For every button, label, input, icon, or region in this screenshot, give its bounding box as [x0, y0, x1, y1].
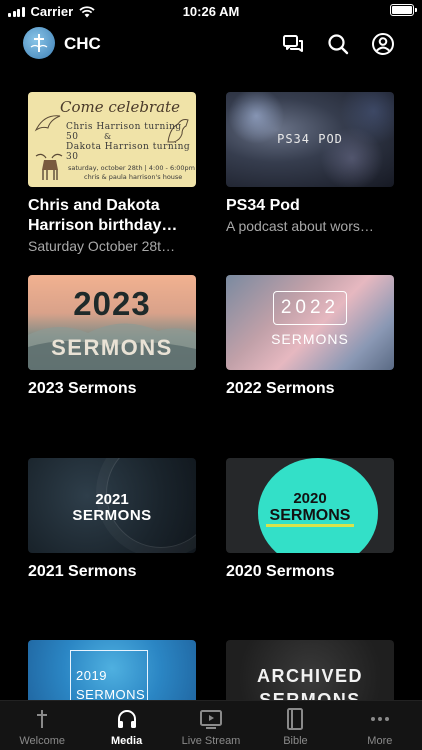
card-title: 2020 Sermons	[226, 563, 335, 580]
tab-more[interactable]: More	[338, 701, 422, 750]
media-card-2023-sermons[interactable]: 2023 SERMONS 2023 Sermons	[28, 275, 196, 399]
media-thumbnail: 2019 SERMONS	[28, 640, 196, 700]
media-thumbnail: 2021 SERMONS	[28, 458, 196, 553]
card-title: 2021 Sermons	[28, 563, 137, 580]
thumb-year: 2023	[73, 285, 151, 322]
thumb-year: 2021	[95, 491, 129, 508]
thumb-label: SERMONS	[72, 507, 152, 524]
media-thumbnail: ARCHIVED SERMONS	[226, 640, 394, 700]
media-thumbnail: PS34 POD	[226, 92, 394, 187]
tab-bar: Welcome Media Live Stream Bible More	[0, 700, 422, 750]
thumb-underline	[266, 524, 354, 527]
card-title: PS34 Pod	[226, 197, 300, 214]
thumb-label: SERMONS	[76, 687, 146, 700]
thumb-line-2: SERMONS	[259, 690, 361, 700]
tab-label: Welcome	[19, 735, 66, 747]
thumb-line-6: chris & paula harrison's house	[84, 173, 183, 181]
chat-icon[interactable]	[281, 32, 305, 56]
thumb-line-5: saturday, october 28th | 4:00 - 6:00pm	[68, 164, 196, 172]
church-logo[interactable]	[23, 27, 55, 59]
thumb-line-3: &	[104, 132, 112, 141]
thumb-line-1: Come celebrate	[60, 98, 180, 116]
media-thumbnail: 2020 SERMONS	[226, 458, 394, 553]
thumb-text: PS34 POD	[277, 132, 343, 146]
longhorn-icon	[35, 153, 63, 180]
thumb-label: SERMONS	[269, 507, 351, 524]
tab-bible[interactable]: Bible	[253, 701, 337, 750]
tab-media[interactable]: Media	[84, 701, 168, 750]
search-icon[interactable]	[326, 32, 350, 56]
thumb-line-4: Dakota Harrison turning 30	[66, 142, 191, 162]
battery-fill	[392, 6, 412, 14]
thumb-year: 2019	[76, 668, 107, 683]
media-card-2021-sermons[interactable]: 2021 SERMONS 2021 Sermons	[28, 458, 196, 582]
media-card-2020-sermons[interactable]: 2020 SERMONS 2020 Sermons	[226, 458, 394, 582]
thumb-year: 2020	[293, 490, 327, 507]
account-icon[interactable]	[371, 32, 395, 56]
card-title: 2023 Sermons	[28, 380, 137, 397]
media-card-birthday[interactable]: Come celebrate Chris Harrison turning 50…	[28, 92, 196, 255]
status-time: 10:26 AM	[182, 4, 240, 19]
app-header: CHC	[0, 22, 422, 68]
media-thumbnail: Come celebrate Chris Harrison turning 50…	[28, 92, 196, 187]
media-card-2022-sermons[interactable]: 2022 SERMONS 2022 Sermons	[226, 275, 394, 399]
thumb-line-1: ARCHIVED	[256, 666, 363, 686]
more-dots-icon	[370, 717, 389, 721]
card-subtitle: A podcast about wors…	[226, 218, 374, 234]
thumb-label: SERMONS	[51, 335, 173, 360]
thumb-label: SERMONS	[271, 331, 349, 347]
tab-welcome[interactable]: Welcome	[0, 701, 84, 750]
battery-icon	[390, 4, 417, 16]
media-thumbnail: 2023 SERMONS	[28, 275, 196, 370]
media-grid[interactable]: Come celebrate Chris Harrison turning 50…	[0, 92, 422, 700]
tab-label: Live Stream	[181, 735, 241, 747]
card-title: 2022 Sermons	[226, 380, 335, 397]
logo-icon	[30, 34, 48, 52]
app-title: CHC	[64, 34, 101, 53]
play-screen-icon	[200, 710, 223, 729]
tab-label: Media	[111, 735, 143, 747]
media-card-archived-sermons[interactable]: ARCHIVED SERMONS	[226, 640, 394, 700]
media-card-ps34-pod[interactable]: PS34 POD PS34 Pod A podcast about wors…	[226, 92, 394, 235]
tab-live-stream[interactable]: Live Stream	[169, 701, 253, 750]
media-card-2019-sermons[interactable]: 2019 SERMONS	[28, 640, 196, 700]
tab-label: More	[367, 735, 393, 747]
headphones-icon	[117, 710, 136, 728]
tab-label: Bible	[283, 735, 308, 747]
media-thumbnail: 2022 SERMONS	[226, 275, 394, 370]
card-title: Chris and Dakota Harrison birthday…	[28, 197, 178, 234]
thumb-year: 2022	[280, 297, 340, 318]
thumb-line-2: Chris Harrison turning 50	[66, 122, 182, 142]
book-icon	[287, 708, 304, 730]
status-bar: Carrier 10:26 AM	[0, 0, 422, 22]
card-subtitle: Saturday October 28t…	[28, 238, 176, 254]
cross-icon	[37, 710, 48, 728]
